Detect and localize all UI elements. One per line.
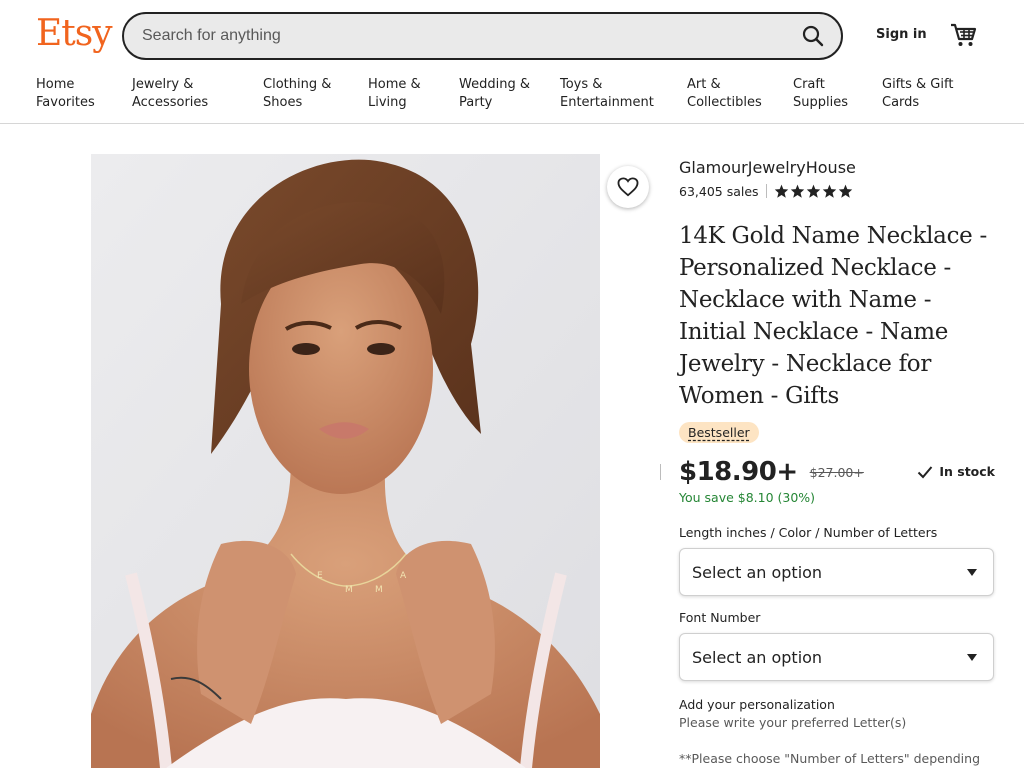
necklace-letter: M — [345, 585, 353, 595]
caret-down-icon — [967, 569, 977, 576]
heart-icon — [617, 177, 639, 197]
star-icon — [806, 184, 820, 198]
necklace-letter: E — [317, 571, 323, 581]
shop-stats: 63,405 sales — [679, 183, 995, 199]
option1-selected-value: Select an option — [692, 562, 823, 582]
product-info-panel: GlamourJewelryHouse 63,405 sales 14K Gol… — [679, 158, 995, 768]
stock-status: In stock — [917, 464, 995, 479]
shopping-cart-icon — [951, 23, 977, 46]
sign-in-link[interactable]: Sign in — [876, 27, 927, 42]
option2-select[interactable]: Select an option — [679, 633, 994, 681]
option1-label: Length inches / Color / Number of Letter… — [679, 525, 938, 540]
star-icon — [838, 184, 852, 198]
search-icon — [802, 25, 824, 47]
product-title: 14K Gold Name Necklace - Personalized Ne… — [679, 223, 987, 409]
personalization-hint: Please write your preferred Letter(s) — [679, 715, 907, 730]
nav-clothing-shoes[interactable]: Clothing & Shoes — [263, 76, 331, 112]
favorite-button[interactable] — [607, 166, 649, 208]
necklace-letter: A — [400, 571, 407, 581]
personalization-label: Add your personalization — [679, 697, 835, 712]
checkmark-icon — [918, 465, 933, 478]
star-icon — [774, 184, 788, 198]
nav-craft-supplies[interactable]: Craft Supplies — [793, 76, 848, 112]
nav-toys-entertainment[interactable]: Toys & Entertainment — [560, 76, 654, 112]
price-row: $18.90+ $27.00+ In stock — [679, 456, 995, 488]
product-image[interactable]: E M M A — [91, 154, 600, 768]
category-nav: Home Favorites Jewelry & Accessories Clo… — [0, 76, 1024, 124]
caret-down-icon — [967, 654, 977, 661]
bestseller-badge[interactable]: Bestseller — [679, 422, 759, 443]
model-photo: E M M A — [91, 154, 600, 768]
original-price: $27.00+ — [809, 464, 864, 480]
personalization-note: **Please choose "Number of Letters" depe… — [679, 751, 981, 766]
etsy-logo[interactable]: Etsy — [36, 12, 113, 56]
nav-art-collectibles[interactable]: Art & Collectibles — [687, 76, 762, 112]
star-icon — [790, 184, 804, 198]
gallery-divider — [660, 464, 661, 480]
cart-button[interactable] — [950, 22, 978, 48]
search-bar[interactable] — [122, 12, 843, 60]
necklace-letter: M — [375, 585, 383, 595]
stock-label: In stock — [939, 464, 995, 479]
nav-home-favorites[interactable]: Home Favorites — [36, 76, 95, 112]
star-icon — [822, 184, 836, 198]
option1-select[interactable]: Select an option — [679, 548, 994, 596]
option2-selected-value: Select an option — [692, 647, 823, 667]
shop-name-link[interactable]: GlamourJewelryHouse — [679, 158, 995, 178]
search-input[interactable] — [142, 14, 772, 58]
sales-count: 63,405 sales — [679, 183, 759, 199]
stats-divider — [765, 184, 767, 198]
current-price: $18.90+ — [679, 457, 798, 487]
search-button[interactable] — [799, 22, 827, 50]
option2-label: Font Number — [679, 610, 761, 625]
rating-stars[interactable] — [774, 184, 853, 198]
nav-wedding-party[interactable]: Wedding & Party — [459, 76, 530, 112]
nav-home-living[interactable]: Home & Living — [368, 76, 421, 112]
savings-text: You save $8.10 (30%) — [679, 490, 816, 505]
nav-jewelry-accessories[interactable]: Jewelry & Accessories — [132, 76, 208, 112]
nav-gifts-gift-cards[interactable]: Gifts & Gift Cards — [882, 76, 953, 112]
